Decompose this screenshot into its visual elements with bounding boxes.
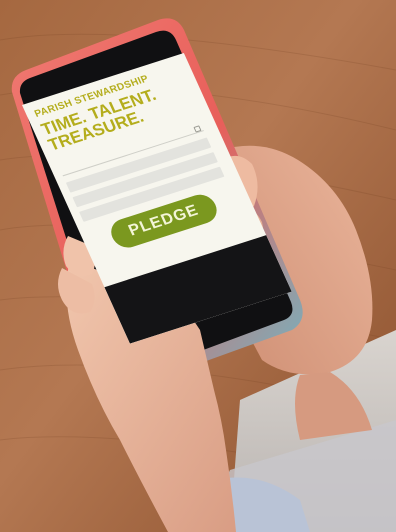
photo-scene: PARISH STEWARDSHIP TIME. TALENT. TREASUR… (0, 0, 396, 532)
